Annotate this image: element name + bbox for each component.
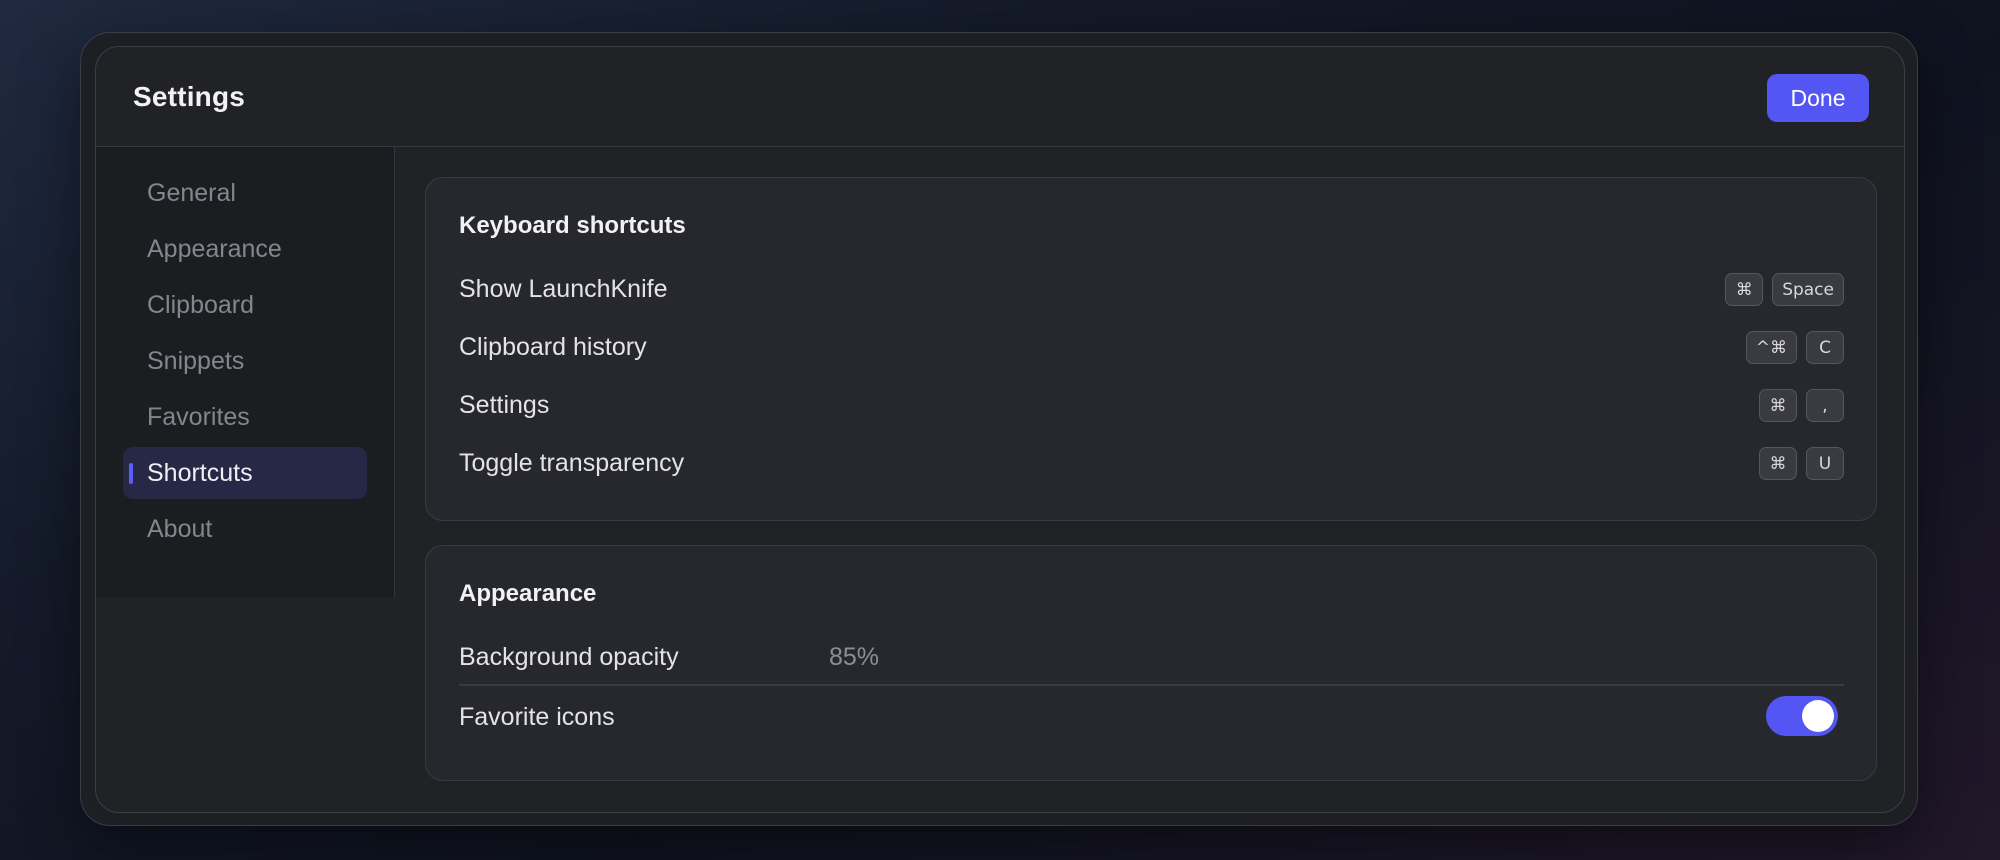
c-key: C (1806, 331, 1844, 364)
window-header: Settings Done (96, 47, 1904, 147)
sidebar-item-label: Shortcuts (147, 459, 253, 487)
sidebar-item-shortcuts[interactable]: Shortcuts (123, 447, 367, 499)
sidebar-item-clipboard[interactable]: Clipboard (123, 279, 367, 331)
shortcut-label: Clipboard history (459, 333, 647, 361)
shortcut-recorder[interactable]: ⌘ , (1759, 389, 1844, 422)
keyboard-shortcuts-card: Keyboard shortcuts Show LaunchKnife ⌘ Sp… (425, 177, 1877, 521)
sidebar-item-general[interactable]: General (123, 167, 367, 219)
sidebar-item-label: General (147, 179, 236, 207)
card-title: Keyboard shortcuts (459, 212, 686, 239)
sidebar-item-label: Clipboard (147, 291, 255, 319)
shortcut-recorder[interactable]: ⌘ Space (1725, 273, 1844, 306)
sidebar-item-about[interactable]: About (123, 503, 367, 555)
settings-window: Settings Done General Appearance Clipboa… (95, 46, 1905, 813)
done-button[interactable]: Done (1767, 74, 1869, 122)
favorite-icons-label: Favorite icons (459, 703, 615, 731)
sidebar: General Appearance Clipboard Snippets Fa… (96, 147, 395, 597)
control-command-key: ^⌘ (1745, 331, 1797, 364)
sidebar-item-label: Appearance (147, 235, 282, 263)
u-key: U (1806, 447, 1844, 480)
shortcut-label: Toggle transparency (459, 449, 685, 477)
card-title: Appearance (459, 580, 597, 607)
background-opacity-value[interactable]: 85% (829, 643, 879, 672)
page-title: Settings (133, 81, 246, 112)
shortcut-label: Show LaunchKnife (459, 275, 668, 303)
favorite-icons-toggle[interactable] (1766, 696, 1838, 736)
command-key: ⌘ (1725, 273, 1764, 306)
background-opacity-label: Background opacity (459, 643, 679, 671)
row-divider (459, 684, 1844, 686)
shortcut-recorder[interactable]: ^⌘ C (1745, 331, 1844, 364)
sidebar-item-label: About (147, 515, 213, 543)
sidebar-item-label: Favorites (147, 403, 250, 431)
shortcut-recorder[interactable]: ⌘ U (1759, 447, 1844, 480)
space-key: Space (1772, 273, 1844, 306)
sidebar-item-favorites[interactable]: Favorites (123, 391, 367, 443)
active-indicator (129, 463, 133, 484)
sidebar-item-snippets[interactable]: Snippets (123, 335, 367, 387)
sidebar-item-appearance[interactable]: Appearance (123, 223, 367, 275)
comma-key: , (1806, 389, 1844, 422)
command-key: ⌘ (1759, 389, 1797, 422)
shortcut-label: Settings (459, 391, 550, 419)
toggle-knob (1802, 700, 1834, 732)
command-key: ⌘ (1759, 447, 1797, 480)
sidebar-item-label: Snippets (147, 347, 245, 375)
appearance-card: Appearance Background opacity 85% Favori… (425, 545, 1877, 781)
